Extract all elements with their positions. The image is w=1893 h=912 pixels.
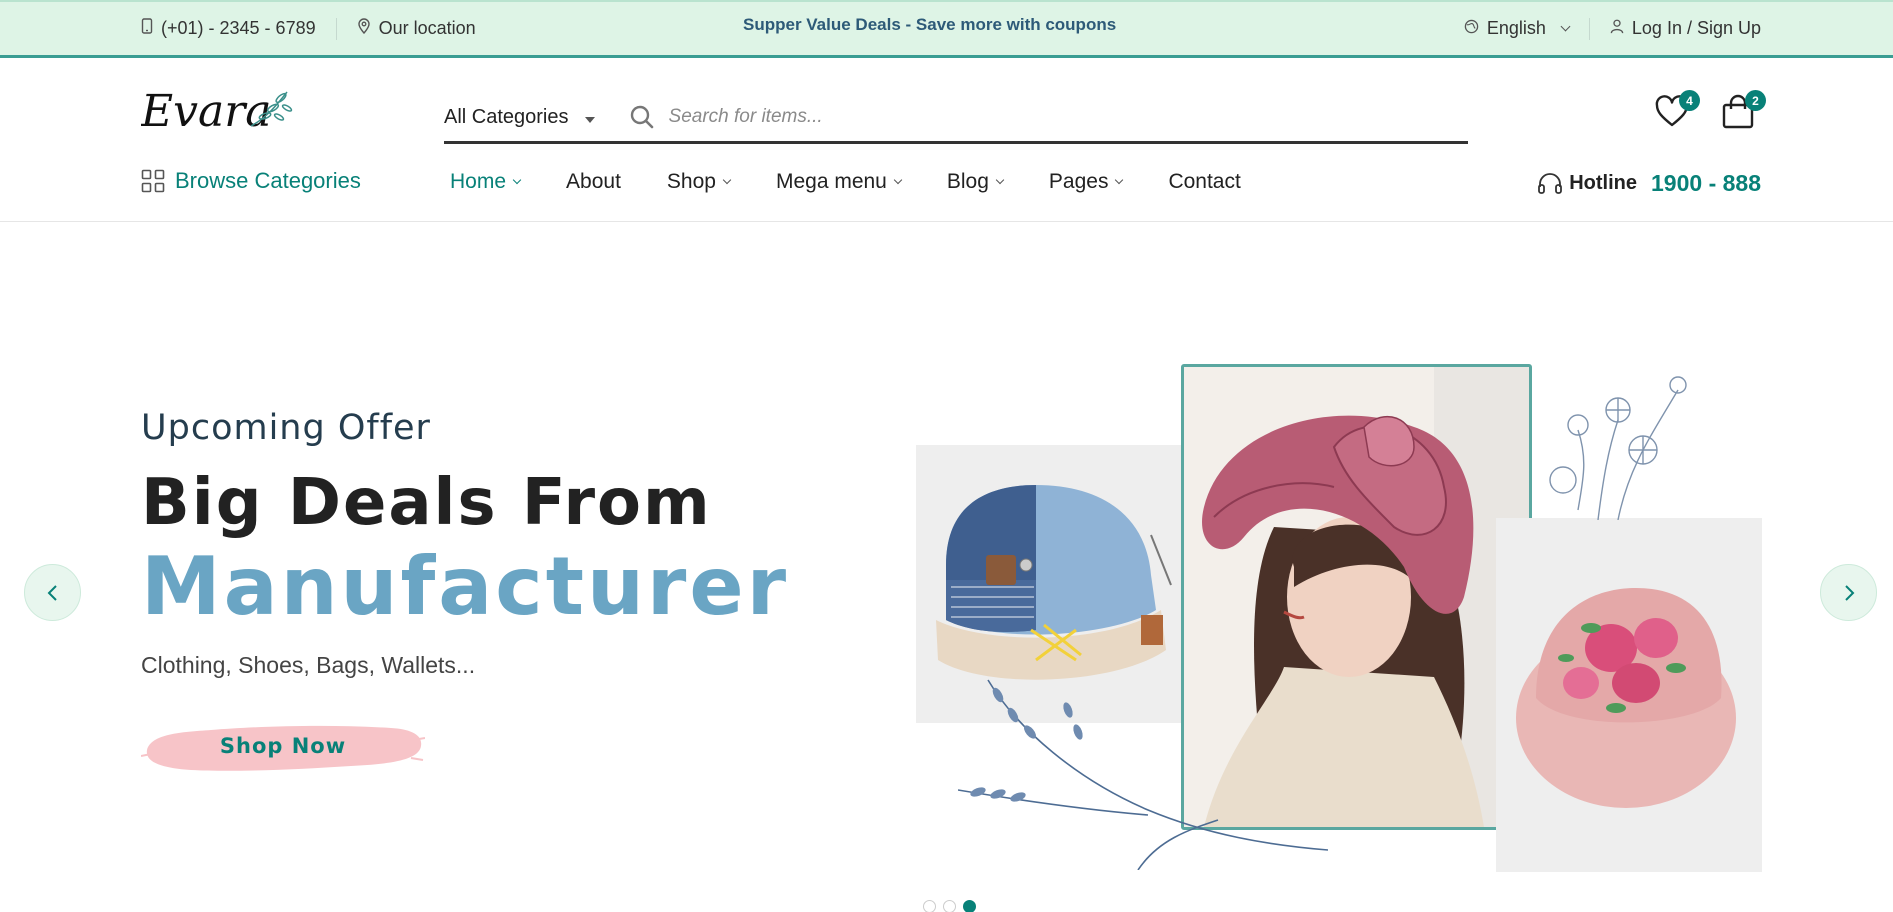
- cart-count-badge: 2: [1745, 90, 1766, 111]
- phone-contact[interactable]: (+01) - 2345 - 6789: [141, 18, 316, 39]
- hotline[interactable]: Hotline 1900 - 888: [1537, 170, 1761, 197]
- slider-dot-1[interactable]: [923, 900, 936, 912]
- logo[interactable]: Evara: [140, 82, 301, 138]
- hero-description: Clothing, Shoes, Bags, Wallets...: [141, 652, 476, 678]
- shop-now-button[interactable]: Shop Now: [141, 716, 425, 776]
- category-select-label: All Categories: [444, 106, 569, 128]
- slider-pagination: [923, 900, 976, 912]
- nav-item-label: Mega menu: [775, 170, 887, 193]
- browse-categories-button[interactable]: Browse Categories: [141, 168, 361, 194]
- chevron-down-icon: [1560, 21, 1571, 32]
- headset-icon: [1538, 172, 1563, 194]
- category-select[interactable]: All Categories: [444, 104, 595, 129]
- flower-sketch-decoration: [1538, 370, 1698, 521]
- wishlist-button[interactable]: 4: [1654, 90, 1700, 130]
- promo-ticker: Supper Value Deals - Save more with coup…: [743, 15, 1117, 34]
- hotline-number: 1900 - 888: [1651, 170, 1761, 196]
- chevron-left-icon: [47, 584, 57, 601]
- hotline-label: Hotline: [1569, 172, 1638, 194]
- hero-title: Big Deals From: [141, 466, 712, 540]
- nav-item-label: Blog: [946, 170, 989, 193]
- caret-down-icon: [584, 116, 595, 123]
- divider: [335, 17, 337, 40]
- phone-number: (+01) - 2345 - 6789: [161, 18, 316, 38]
- grid-icon: [141, 169, 165, 193]
- nav-item-about[interactable]: About: [566, 170, 621, 194]
- chevron-right-icon: [1844, 584, 1854, 601]
- cart-button[interactable]: 2: [1720, 90, 1766, 130]
- hero-subtitle: Upcoming Offer: [141, 408, 431, 448]
- nav-item-shop[interactable]: Shop: [666, 170, 732, 194]
- shop-now-label: Shop Now: [219, 734, 347, 758]
- chevron-down-icon: [512, 175, 522, 185]
- language-selector[interactable]: English: [1464, 18, 1571, 39]
- main-navigation-bar: Browse Categories Home About Shop Mega m…: [0, 160, 1893, 222]
- nav-menu: Home About Shop Mega menu Blog Pages Con…: [450, 170, 1241, 194]
- location-link[interactable]: Our location: [357, 18, 476, 39]
- login-link[interactable]: Log In / Sign Up: [1610, 18, 1761, 39]
- nav-item-label: Pages: [1048, 170, 1109, 193]
- search-input[interactable]: [668, 105, 1429, 128]
- login-label: Log In / Sign Up: [1631, 18, 1761, 38]
- chevron-down-icon: [1115, 175, 1124, 185]
- nav-item-label: About: [566, 170, 621, 193]
- logo-text: Evara: [141, 86, 271, 137]
- user-icon: [1610, 18, 1624, 39]
- chevron-down-icon: [995, 175, 1005, 185]
- browse-categories-label: Browse Categories: [175, 168, 361, 193]
- nav-item-label: Contact: [1168, 170, 1241, 193]
- globe-icon: [1464, 18, 1479, 39]
- nav-item-label: Shop: [666, 170, 716, 193]
- location-label: Our location: [378, 18, 476, 38]
- wishlist-count-badge: 4: [1679, 90, 1700, 111]
- nav-item-contact[interactable]: Contact: [1168, 170, 1240, 194]
- map-pin-icon: [357, 18, 371, 39]
- floral-hat-image: [1496, 518, 1762, 872]
- slider-next-button[interactable]: [1820, 564, 1877, 621]
- nav-item-blog[interactable]: Blog: [946, 170, 1005, 194]
- chevron-down-icon: [722, 175, 732, 185]
- slider-dot-2[interactable]: [943, 900, 956, 912]
- phone-icon: [141, 18, 153, 39]
- nav-item-home[interactable]: Home: [450, 170, 522, 194]
- lavender-sketch-decoration: [957, 670, 1329, 871]
- divider: [1588, 17, 1590, 40]
- top-bar: (+01) - 2345 - 6789 Our location Supper …: [0, 0, 1893, 58]
- slider-prev-button[interactable]: [24, 564, 81, 621]
- hero-title-highlight: Manufacturer: [141, 540, 790, 633]
- nav-item-label: Home: [450, 170, 507, 193]
- nav-item-mega-menu[interactable]: Mega menu: [775, 170, 903, 194]
- chevron-down-icon: [893, 175, 903, 185]
- language-label: English: [1486, 18, 1546, 38]
- nav-item-pages[interactable]: Pages: [1048, 170, 1124, 194]
- search-bar: All Categories: [444, 92, 1468, 144]
- search-icon[interactable]: [629, 104, 655, 130]
- slider-dot-3[interactable]: [963, 900, 976, 912]
